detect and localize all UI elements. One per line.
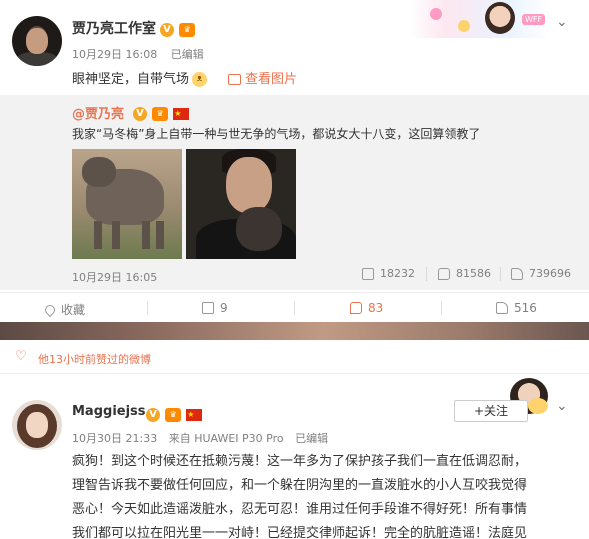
share-icon — [202, 302, 214, 314]
share-count: 18232 — [380, 267, 415, 280]
dog-leg — [142, 221, 150, 249]
divider — [426, 267, 427, 281]
dog-leg — [94, 221, 102, 249]
puppy — [236, 207, 282, 251]
post-date[interactable]: 10月30日 21:33 — [72, 432, 157, 445]
avatar-face — [26, 28, 48, 54]
star-icon — [42, 302, 58, 317]
chevron-down-icon[interactable]: ⌄ — [556, 14, 568, 30]
comment-icon — [438, 267, 450, 280]
divider — [441, 301, 442, 315]
banner-avatar — [485, 2, 515, 34]
dog-leg — [112, 221, 120, 249]
weibo-feed: 贾乃亮工作室 V ♛ WFF ⌄ 10月29日 16:08 已编辑 眼神坚定，自… — [0, 0, 589, 539]
post-meta: 10月30日 21:33 来自 HUAWEI P30 Pro 已编辑 — [72, 430, 336, 446]
like-button[interactable]: 516 — [496, 301, 537, 315]
post-date[interactable]: 10月29日 16:08 — [72, 48, 157, 61]
post-source[interactable]: 来自 HUAWEI P30 Pro — [169, 432, 284, 445]
author-badges: V ♛ — [160, 19, 196, 38]
repost-like-count[interactable]: 739696 — [511, 267, 571, 280]
post-text-line: 疯狗！到这个时候还在抵赖污蔑！这一年多为了保护孩子我们一直在低调忍耐， — [72, 454, 528, 469]
post-author-name[interactable]: 贾乃亮工作室 — [72, 18, 156, 38]
dog-head — [82, 157, 116, 187]
edited-label: 已编辑 — [170, 48, 204, 61]
banner-balloon-icon — [430, 8, 442, 20]
banner-tag: WFF — [522, 14, 546, 25]
verified-icon: V — [160, 22, 174, 37]
divider — [500, 267, 501, 281]
post-text-line: 恶心！今天如此造谣泼脏水，忍无可忍！谁用过任何手段谁不得好死！所有事情 — [72, 502, 528, 517]
author-badges: V ♛ ★ — [146, 404, 203, 423]
follow-decoration-emoji — [528, 398, 548, 414]
post-meta: 10月29日 16:08 已编辑 — [72, 46, 214, 62]
photo-thumbnail-dog[interactable] — [72, 149, 182, 259]
verified-icon: V — [133, 106, 147, 121]
thumbs-up-icon — [511, 267, 523, 280]
photo-thumbnail-man-with-puppy[interactable] — [186, 149, 296, 259]
post-text-line: 我们都可以拉在阳光里一一对峙！已经提交律师起诉！完全的肮脏造谣！法庭见 — [72, 526, 528, 539]
post-text-line: 理智告诉我不要做任何回应，和一个躲在阴沟里的一直泼脏水的小人互咬我觉得 — [72, 478, 528, 493]
share-button[interactable]: 9 — [202, 301, 228, 315]
repost-author[interactable]: @贾乃亮 — [72, 103, 124, 122]
vip-badge-icon: ♛ — [152, 106, 169, 121]
avatar[interactable] — [12, 400, 62, 450]
banner-smiley-icon — [458, 20, 470, 32]
repost-time[interactable]: 10月29日 16:05 — [72, 269, 157, 285]
thumbs-up-icon — [496, 302, 508, 314]
feed-separator — [0, 322, 589, 340]
china-flag-icon: ★ — [173, 107, 190, 120]
share-icon — [362, 267, 374, 280]
repost-box: @贾乃亮 V ♛ ★ 我家“马冬梅”身上自带一种与世无争的气场，都说女大十八变，… — [0, 95, 589, 290]
doge-emoji-icon: ᴥ — [192, 72, 208, 87]
verified-icon: V — [146, 407, 160, 422]
view-pictures-label: 查看图片 — [245, 72, 298, 87]
comment-count: 83 — [368, 301, 384, 315]
post-text: 疯狗！到这个时候还在抵赖污蔑！这一年多为了保护孩子我们一直在低调忍耐， 理智告诉… — [72, 450, 572, 539]
like-count: 739696 — [529, 267, 571, 280]
repost-text: 我家“马冬梅”身上自带一种与世无争的气场，都说女大十八变，这回算领教了 — [72, 127, 481, 141]
vip-badge-icon: ♛ — [165, 407, 182, 422]
avatar-coat — [16, 52, 58, 66]
divider — [294, 301, 295, 315]
comment-count: 81586 — [456, 267, 491, 280]
post-actions-bar: 收藏 9 83 516 — [0, 292, 589, 322]
picture-icon — [228, 74, 241, 85]
like-count: 516 — [514, 301, 537, 315]
avatar-face — [26, 412, 48, 438]
favorite-label: 收藏 — [61, 303, 86, 317]
repost-comment-count[interactable]: 81586 — [438, 267, 491, 280]
heart-icon: ♡ — [15, 349, 27, 364]
dog-leg — [156, 221, 164, 249]
liked-notice[interactable]: 他13小时前赞过的微博 — [38, 351, 151, 367]
post-text: 眼神坚定，自带气场 ᴥ — [72, 68, 208, 87]
man-face — [226, 157, 272, 213]
vip-badge-icon: ♛ — [179, 22, 196, 37]
follow-button[interactable]: +关注 — [454, 400, 528, 422]
feed-post-1: 贾乃亮工作室 V ♛ WFF ⌄ 10月29日 16:08 已编辑 眼神坚定，自… — [0, 0, 589, 322]
divider — [147, 301, 148, 315]
comment-button[interactable]: 83 — [350, 301, 383, 315]
edited-label: 已编辑 — [295, 432, 329, 445]
share-count: 9 — [220, 301, 228, 315]
repost-share-count[interactable]: 18232 — [362, 267, 415, 280]
chevron-down-icon[interactable]: ⌄ — [556, 398, 568, 414]
repost-author-badges: V ♛ ★ — [133, 103, 190, 122]
favorite-button[interactable]: 收藏 — [42, 301, 86, 318]
feed-post-2: ♡ 他13小时前赞过的微博 Maggiejss V ♛ ★ +关注 ⌄ 10月3… — [0, 340, 589, 539]
post-author-name[interactable]: Maggiejss — [72, 404, 146, 419]
post-text-content: 眼神坚定，自带气场 — [72, 72, 190, 87]
china-flag-icon: ★ — [186, 408, 203, 421]
liked-notice-row: ♡ 他13小时前赞过的微博 — [0, 340, 589, 374]
comment-icon — [350, 302, 362, 314]
view-pictures-link[interactable]: 查看图片 — [228, 68, 297, 87]
avatar[interactable] — [12, 16, 62, 66]
decor-banner: WFF — [410, 0, 550, 38]
